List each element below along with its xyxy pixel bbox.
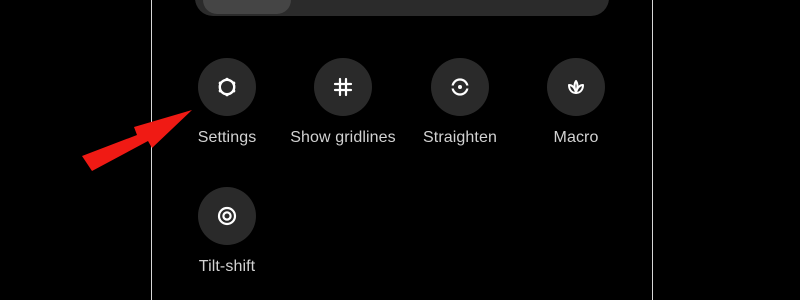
- mode-selector-thumb[interactable]: [203, 0, 291, 14]
- macro-label: Macro: [553, 129, 599, 146]
- level-icon: [450, 78, 470, 96]
- straighten-button[interactable]: [431, 58, 489, 116]
- camera-settings-screen: Settings Show gridlines Straighten Macro…: [0, 0, 800, 300]
- macro-button[interactable]: [547, 58, 605, 116]
- gear-icon: [218, 77, 236, 97]
- mode-selector-bar[interactable]: [195, 0, 609, 16]
- macro-tile[interactable]: Macro: [516, 58, 636, 168]
- settings-button[interactable]: [198, 58, 256, 116]
- settings-label: Settings: [197, 129, 257, 146]
- straighten-label: Straighten: [423, 129, 497, 146]
- show-gridlines-button[interactable]: [314, 58, 372, 116]
- straighten-tile[interactable]: Straighten: [400, 58, 520, 168]
- tilt-shift-button[interactable]: [198, 187, 256, 245]
- target-icon: [217, 206, 237, 226]
- show-gridlines-tile[interactable]: Show gridlines: [283, 58, 403, 168]
- grid-icon: [333, 77, 353, 97]
- flower-icon: [568, 80, 584, 94]
- arrow-shape: [82, 110, 192, 171]
- show-gridlines-label: Show gridlines: [290, 129, 396, 146]
- tilt-shift-label: Tilt-shift: [198, 258, 256, 275]
- tilt-shift-tile[interactable]: Tilt-shift: [167, 187, 287, 297]
- phone-frame-right-edge: [652, 0, 653, 300]
- annotation-arrow-icon: [82, 110, 192, 171]
